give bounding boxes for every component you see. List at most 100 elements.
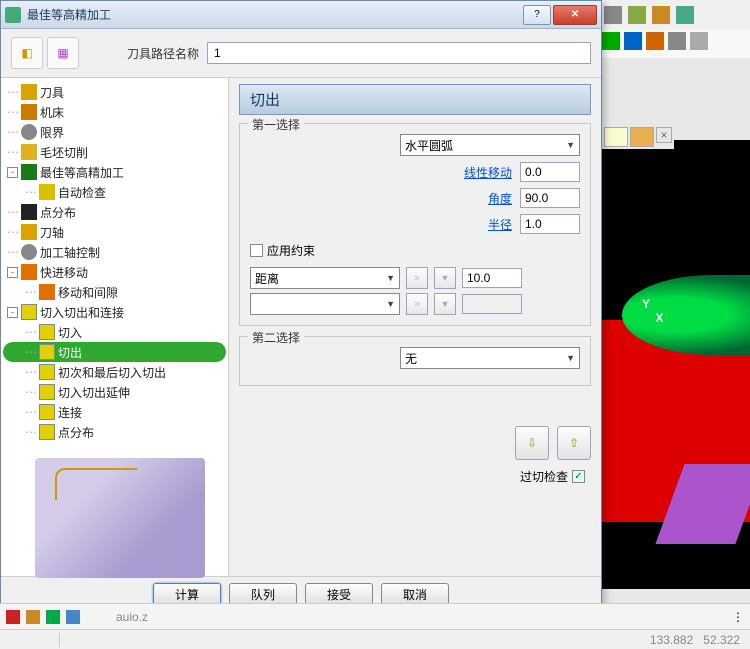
toolbar-icon-search[interactable] [668, 32, 686, 50]
constraint-op-dropdown[interactable]: ▼ [434, 267, 456, 289]
toolpath-name-input[interactable] [207, 42, 591, 64]
tree-item-2[interactable]: ⋯ 限界 [3, 122, 226, 142]
toolpath-icon-2[interactable]: ▦ [47, 37, 79, 69]
tree-item-17[interactable]: ⋯点分布 [3, 422, 226, 442]
tree-item-label: 切出 [58, 344, 82, 361]
constraint-op-button-2[interactable]: > [406, 293, 428, 315]
cancel-button[interactable]: 取消 [381, 583, 449, 605]
tree-item-4[interactable]: -最佳等高精加工 [3, 162, 226, 182]
tree-item-6[interactable]: ⋯点分布 [3, 202, 226, 222]
tree-connector: ⋯ [25, 325, 36, 339]
swatch-blue[interactable] [66, 610, 80, 624]
toolbar-icon-sheet[interactable] [628, 6, 646, 24]
queue-button[interactable]: 队列 [229, 583, 297, 605]
tree-item-5[interactable]: ⋯自动检查 [3, 182, 226, 202]
view-tab-2[interactable] [630, 127, 654, 147]
tree-item-15[interactable]: ⋯ 切入切出延伸 [3, 382, 226, 402]
tree-expander[interactable]: - [7, 307, 18, 318]
overcut-checkbox[interactable]: ✓ [572, 470, 585, 483]
angle-input[interactable] [520, 188, 580, 208]
swatch-green[interactable] [46, 610, 60, 624]
tree-item-1[interactable]: ⋯ 机床 [3, 102, 226, 122]
dialog-titlebar[interactable]: 最佳等高精加工 ? ✕ [1, 1, 601, 29]
tree-item-13[interactable]: ⋯切出 [3, 342, 226, 362]
tree-item-9[interactable]: - 快进移动 [3, 262, 226, 282]
first-type-select[interactable]: 水平圆弧 ▼ [400, 134, 580, 156]
status-coord-label: auio.z [116, 610, 148, 624]
calculate-button[interactable]: 计算 [153, 583, 221, 605]
tree-item-label: 限界 [40, 124, 64, 141]
toolbar-icon-green[interactable] [602, 32, 620, 50]
tree-connector: ⋯ [25, 285, 36, 299]
tree-item-label: 毛坯切削 [40, 144, 88, 161]
constraint-type-select[interactable]: 距离 ▼ [250, 267, 400, 289]
constraint-type-value: 距离 [255, 270, 279, 287]
first-type-value: 水平圆弧 [405, 137, 453, 154]
ic-yellow-u-icon [39, 404, 55, 420]
tree-item-10[interactable]: ⋯移动和间隙 [3, 282, 226, 302]
help-button[interactable]: ? [523, 5, 551, 25]
tree-connector: ⋯ [7, 105, 18, 119]
panel-title: 切出 [239, 84, 591, 115]
ic-yellow-u-icon [21, 304, 37, 320]
toolpath-icon-1[interactable]: ◧ [11, 37, 43, 69]
view-tab-1[interactable] [604, 127, 628, 147]
dropdown-arrow-icon: ▼ [566, 353, 575, 363]
linear-move-link[interactable]: 线性移动 [464, 164, 512, 181]
constraint-op-button[interactable]: > [406, 267, 428, 289]
tree-item-label: 切入切出延伸 [58, 384, 130, 401]
apply-constraint-checkbox[interactable] [250, 244, 263, 257]
tree-item-7[interactable]: ⋯刀轴 [3, 222, 226, 242]
swatch-red[interactable] [6, 610, 20, 624]
toolbar-icon-mesh[interactable] [690, 32, 708, 50]
angle-link[interactable]: 角度 [488, 190, 512, 207]
second-type-select[interactable]: 无 ▼ [400, 347, 580, 369]
tree-expander[interactable]: - [7, 167, 18, 178]
coord-2: 52.322 [703, 633, 740, 647]
constraint-value-input-2[interactable] [462, 294, 522, 314]
dropdown-arrow-icon: ▼ [566, 140, 575, 150]
constraint-op-dropdown-2[interactable]: ▼ [434, 293, 456, 315]
toolbar-icon-cone[interactable] [646, 32, 664, 50]
tree-item-label: 初次和最后切入切出 [58, 364, 166, 381]
tree-item-label: 快进移动 [40, 264, 88, 281]
tree-item-14[interactable]: ⋯初次和最后切入切出 [3, 362, 226, 382]
tree-connector: ⋯ [7, 85, 18, 99]
tree-item-0[interactable]: ⋯刀具 [3, 82, 226, 102]
status-spacer: ⋮ [732, 610, 744, 624]
tree-item-label: 加工轴控制 [40, 244, 100, 261]
view-tab-close[interactable]: × [656, 127, 672, 143]
linear-move-input[interactable] [520, 162, 580, 182]
accept-button[interactable]: 接受 [305, 583, 373, 605]
swatch-orange[interactable] [26, 610, 40, 624]
toolpath-name-label: 刀具路径名称 [127, 45, 199, 62]
tree-item-12[interactable]: ⋯切入 [3, 322, 226, 342]
tree-item-8[interactable]: ⋯加工轴控制 [3, 242, 226, 262]
radius-input[interactable] [520, 214, 580, 234]
lead-in-icon: ⇩ [527, 436, 537, 450]
tree-item-11[interactable]: -切入切出和连接 [3, 302, 226, 322]
constraint-type-select-2[interactable]: ▼ [250, 293, 400, 315]
tree-expander[interactable]: - [7, 267, 18, 278]
tree-item-label: 刀轴 [40, 224, 64, 241]
ic-green-icon [21, 164, 37, 180]
copy-to-lead-in-button[interactable]: ⇩ [515, 426, 549, 460]
tree-item-label: 机床 [40, 104, 64, 121]
constraint-value-input[interactable] [462, 268, 522, 288]
toolbar-icon-calc[interactable] [604, 6, 622, 24]
close-button[interactable]: ✕ [553, 5, 597, 25]
radius-link[interactable]: 半径 [488, 216, 512, 233]
ic-yellow-u-icon [39, 384, 55, 400]
toolbar-icon-box[interactable] [676, 6, 694, 24]
tree-connector: ⋯ [25, 385, 36, 399]
toolbar-icon-wrench[interactable] [652, 6, 670, 24]
copy-to-lead-out-button[interactable]: ⇧ [557, 426, 591, 460]
toolbar-icon-blue[interactable] [624, 32, 642, 50]
tree-item-16[interactable]: ⋯连接 [3, 402, 226, 422]
ic-check-icon [39, 184, 55, 200]
tree-connector: ⋯ [7, 125, 18, 139]
apply-constraint-label: 应用约束 [267, 242, 315, 259]
viewport-3d[interactable]: Y X [602, 140, 750, 589]
tree-item-3[interactable]: ⋯毛坯切削 [3, 142, 226, 162]
tree-preview [20, 458, 220, 578]
